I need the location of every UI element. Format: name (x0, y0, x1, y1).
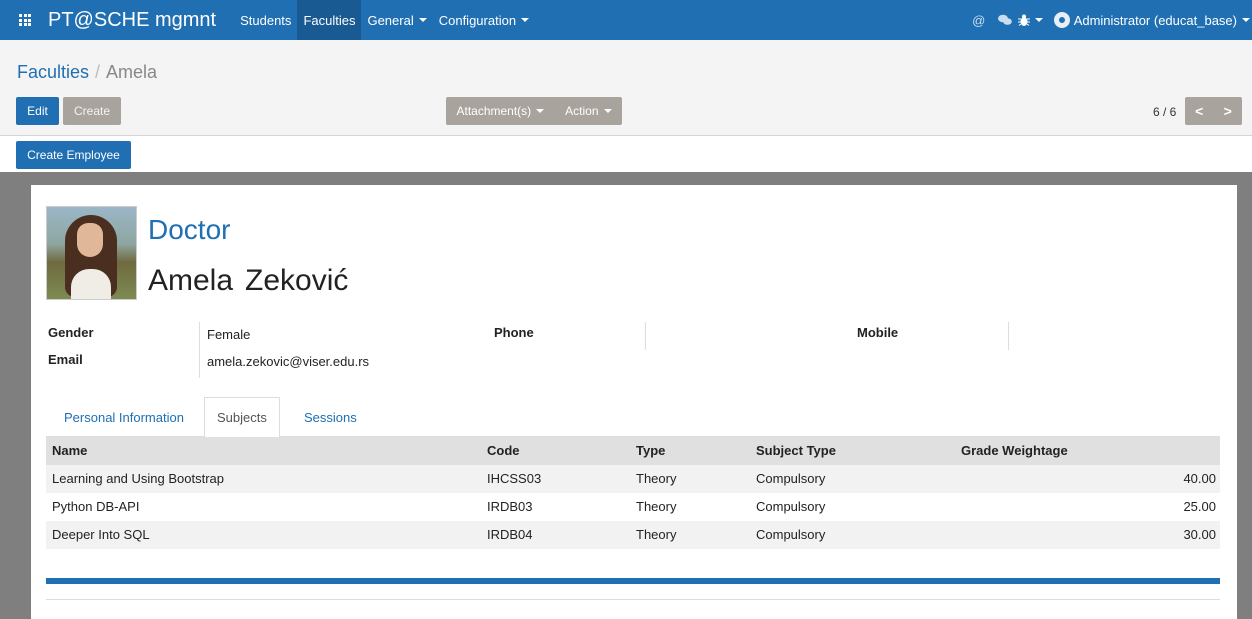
breadcrumb-parent[interactable]: Faculties (17, 62, 89, 82)
at-icon[interactable]: @ (966, 0, 992, 40)
navbar-right: @ Administrator (educat_base) (966, 0, 1252, 40)
top-navbar: PT@SCHE mgmnt Students Faculties General… (0, 0, 1252, 40)
tab-sessions[interactable]: Sessions (292, 397, 369, 437)
chat-icon[interactable] (992, 0, 1018, 40)
main-menu: Students Faculties General Configuration (234, 0, 535, 40)
cell-type: Theory (636, 471, 677, 486)
table-footer-bar (46, 578, 1220, 584)
breadcrumb-separator: / (95, 62, 101, 82)
create-employee-button[interactable]: Create Employee (16, 141, 131, 169)
caret-down-icon (1242, 18, 1250, 22)
phone-label: Phone (494, 325, 534, 340)
cell-name: Python DB-API (52, 499, 140, 514)
pager-next-button[interactable]: > (1214, 97, 1243, 125)
cell-type: Theory (636, 527, 677, 542)
form-statusbar: Create Employee (0, 137, 1252, 172)
cell-grade-weightage: 30.00 (1183, 527, 1216, 542)
tab-personal-information[interactable]: Personal Information (52, 397, 196, 437)
email-label: Email (48, 352, 83, 367)
cell-subject-type: Compulsory (756, 499, 826, 514)
gender-value: Female (207, 327, 251, 342)
cell-type: Theory (636, 499, 677, 514)
cell-subject-type: Compulsory (756, 527, 826, 542)
field-separator (645, 322, 646, 350)
faculty-photo[interactable] (46, 206, 137, 300)
app-brand[interactable]: PT@SCHE mgmnt (48, 9, 216, 32)
notebook-tabs: Personal Information Subjects Sessions (46, 397, 1220, 438)
caret-down-icon (603, 109, 612, 113)
cell-grade-weightage: 25.00 (1183, 499, 1216, 514)
cell-grade-weightage: 40.00 (1183, 471, 1216, 486)
menu-item-general[interactable]: General (361, 0, 432, 40)
caret-down-icon (536, 109, 545, 113)
column-header-name[interactable]: Name (52, 437, 87, 465)
first-name: Amela (148, 264, 234, 297)
user-menu[interactable]: Administrator (educat_base) (1074, 13, 1237, 28)
menu-item-general-label: General (367, 12, 414, 28)
field-separator (199, 322, 200, 378)
caret-down-icon (418, 18, 427, 22)
field-separator (1008, 322, 1009, 350)
attachments-dropdown[interactable]: Attachment(s) (456, 104, 545, 118)
menu-item-students[interactable]: Students (234, 0, 297, 40)
gender-label: Gender (48, 325, 94, 340)
control-panel: Faculties / Amela Edit Create Attachment(s… (0, 40, 1252, 136)
cell-name: Learning and Using Bootstrap (52, 471, 225, 486)
table-row[interactable]: Deeper Into SQL IRDB04 Theory Compulsory… (46, 521, 1220, 549)
divider (46, 599, 1220, 600)
last-name: Zeković (245, 264, 349, 297)
cell-code: IRDB03 (487, 499, 533, 514)
cell-subject-type: Compulsory (756, 471, 826, 486)
attachments-label: Attachment(s) (456, 104, 532, 118)
breadcrumb: Faculties / Amela (17, 62, 157, 83)
menu-item-configuration[interactable]: Configuration (433, 0, 535, 40)
column-header-code[interactable]: Code (487, 437, 520, 465)
cell-code: IHCSS03 (487, 471, 542, 486)
avatar[interactable] (1053, 12, 1070, 28)
column-header-subject-type[interactable]: Subject Type (756, 437, 836, 465)
faculty-name: Amela Zeković (148, 264, 348, 298)
faculty-title: Doctor (148, 214, 231, 245)
menu-item-faculties[interactable]: Faculties (297, 0, 362, 40)
table-row[interactable]: Learning and Using Bootstrap IHCSS03 The… (46, 465, 1220, 493)
column-header-type[interactable]: Type (636, 437, 665, 465)
email-value[interactable]: amela.zekovic@viser.edu.rs (207, 354, 369, 369)
create-button[interactable]: Create (63, 97, 121, 125)
table-header: Name Code Type Subject Type Grade Weight… (46, 437, 1220, 465)
menu-item-configuration-label: Configuration (438, 12, 517, 28)
cell-code: IRDB04 (487, 527, 533, 542)
cell-name: Deeper Into SQL (52, 527, 150, 542)
edit-button[interactable]: Edit (16, 97, 59, 125)
action-label: Action (565, 104, 599, 118)
pager-previous-button[interactable]: < (1185, 97, 1214, 125)
sidebar-actions: Attachment(s) Action (446, 97, 622, 125)
pager-value[interactable]: 6 / 6 (1153, 105, 1176, 119)
action-dropdown[interactable]: Action (565, 104, 612, 118)
bug-icon[interactable] (1018, 0, 1044, 40)
caret-down-icon (521, 18, 530, 22)
mobile-label: Mobile (857, 325, 899, 340)
column-header-grade-weightage[interactable]: Grade Weightage (961, 437, 1068, 465)
tab-subjects[interactable]: Subjects (204, 397, 280, 438)
breadcrumb-current: Amela (106, 62, 158, 82)
pager-buttons: < > (1185, 97, 1242, 125)
table-row[interactable]: Python DB-API IRDB03 Theory Compulsory 2… (46, 493, 1220, 521)
caret-down-icon (1035, 18, 1044, 22)
subjects-table: Name Code Type Subject Type Grade Weight… (46, 437, 1220, 549)
apps-menu-icon[interactable] (10, 0, 40, 40)
